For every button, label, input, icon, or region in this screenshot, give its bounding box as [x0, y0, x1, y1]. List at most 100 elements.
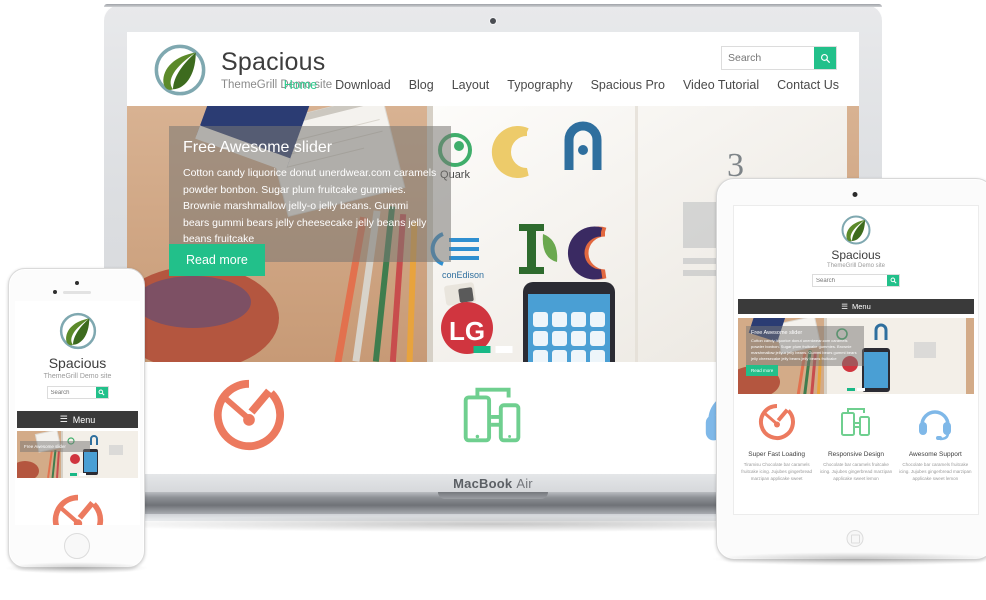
slider-dot-2[interactable]: [495, 346, 513, 353]
tablet-home-button[interactable]: [846, 530, 864, 547]
hamburger-icon: ☰: [59, 414, 68, 424]
tablet-search-button[interactable]: [887, 275, 899, 286]
earpiece-speaker: [62, 291, 91, 294]
hamburger-icon: ☰: [841, 302, 848, 311]
phone-search-input[interactable]: [47, 387, 96, 398]
webcam-icon: [490, 18, 496, 24]
laptop-hinge-notch: [438, 492, 548, 499]
tablet-service-title-3: Awesome Support: [908, 451, 962, 458]
tablet-service-title-1: Super Fast Loading: [748, 451, 806, 458]
nav-item-typography[interactable]: Typography: [507, 78, 572, 92]
nav-item-video-tutorial[interactable]: Video Tutorial: [683, 78, 759, 92]
responsive-devices-icon: [840, 408, 870, 436]
phone-home-button[interactable]: [63, 533, 90, 559]
tablet-page-title: Spacious: [831, 248, 881, 262]
tablet-service-item-responsive-design: Responsive Design Chocolate bar caramels…: [816, 402, 895, 483]
phone-site-tagline: ThemeGrill Demo site: [43, 373, 112, 380]
tablet-service-body-3: Chocolate bar caramels fruitcake icing. …: [899, 462, 972, 482]
phone-mobile-menu-bar[interactable]: ☰ Menu: [17, 411, 138, 428]
search-icon: [820, 53, 830, 63]
search-icon: [890, 277, 896, 284]
tablet-service-title-2: Responsive Design: [827, 451, 884, 458]
tablet-menu-label: Menu: [851, 302, 871, 311]
nav-item-contact-us[interactable]: Contact Us: [777, 78, 839, 92]
svg-text:LG: LG: [449, 316, 485, 346]
svg-text:conEdison: conEdison: [442, 270, 484, 280]
slider-caption: Free Awesome slider Cotton candy liquori…: [169, 126, 451, 262]
tablet-search-box[interactable]: [812, 274, 900, 287]
site-header: Spacious ThemeGrill Demo site Search Hom…: [127, 32, 859, 106]
phone-site-header: Spacious ThemeGrill Demo site: [15, 301, 140, 405]
main-navigation[interactable]: Home Download Blog Layout Typography Spa…: [284, 78, 839, 92]
phone-slider-dot-1[interactable]: [69, 473, 77, 476]
phone-slider-dot-2[interactable]: [78, 473, 86, 476]
nav-item-layout[interactable]: Layout: [452, 78, 490, 92]
tablet-hero-slider: Free Awesome slider Cotton candy liquori…: [738, 318, 974, 394]
phone-search-box[interactable]: [46, 386, 109, 399]
page-title: Spacious: [221, 47, 326, 76]
phone-menu-label: Menu: [72, 414, 96, 425]
tablet-mobile-menu-bar[interactable]: ☰ Menu: [738, 299, 974, 314]
laptop-brand-bold: MacBook: [453, 475, 513, 491]
tablet-service-item-super-fast-loading: Super Fast Loading Tiramisu Chocolate ba…: [737, 402, 816, 483]
tablet-shadow: [710, 552, 986, 566]
search-input[interactable]: [722, 47, 814, 69]
tablet-slider-dot-2[interactable]: [857, 388, 865, 391]
slider-pagination[interactable]: [473, 346, 513, 353]
headset-icon: [919, 410, 952, 441]
nav-item-blog[interactable]: Blog: [409, 78, 434, 92]
leaf-logo-icon: [840, 214, 872, 246]
speedometer-icon: [758, 404, 795, 440]
phone-service-item-super-fast-loading: [15, 492, 140, 525]
nav-item-home[interactable]: Home: [284, 78, 317, 92]
nav-item-spacious-pro[interactable]: Spacious Pro: [591, 78, 665, 92]
proximity-sensor-icon: [74, 281, 79, 285]
phone-slider-pagination[interactable]: [69, 473, 86, 476]
tablet-service-item-awesome-support: Awesome Support Chocolate bar caramels f…: [896, 402, 975, 483]
front-camera-icon: [52, 290, 57, 294]
search-icon: [98, 389, 105, 396]
tablet-screen: Spacious ThemeGrill Demo site ☰: [733, 205, 979, 515]
slider-title: Free Awesome slider: [183, 139, 333, 156]
phone-device: Spacious ThemeGrill Demo site ☰: [4, 268, 149, 574]
phone-search-button[interactable]: [95, 387, 108, 398]
service-item-responsive-design: [371, 376, 615, 474]
responsive-devices-mockup: Spacious ThemeGrill Demo site Search Hom…: [0, 0, 986, 600]
tablet-body: Spacious ThemeGrill Demo site ☰: [716, 178, 986, 560]
speedometer-icon: [213, 379, 285, 451]
slider-body: Cotton candy liquorice donut unerdwear.c…: [183, 167, 437, 246]
tablet-slider-pagination[interactable]: [847, 388, 865, 391]
phone-body: Spacious ThemeGrill Demo site ☰: [8, 268, 145, 568]
search-box[interactable]: [721, 46, 837, 70]
responsive-devices-icon: [463, 387, 521, 443]
phone-screen: Spacious ThemeGrill Demo site ☰: [15, 301, 140, 525]
tablet-slider-dot-1[interactable]: [847, 388, 855, 391]
phone-hero-background-photo: [17, 431, 138, 478]
leaf-logo-icon: [58, 311, 98, 351]
tablet-device: Spacious ThemeGrill Demo site ☰: [710, 178, 986, 566]
phone-shadow: [4, 562, 149, 574]
search-button[interactable]: [814, 47, 836, 69]
tablet-slider-body: Cotton candy liquorice donut unerdwear.c…: [751, 338, 857, 361]
service-item-super-fast-loading: [127, 376, 371, 474]
slider-dot-1[interactable]: [473, 346, 491, 353]
tablet-services-section: Super Fast Loading Tiramisu Chocolate ba…: [734, 394, 978, 483]
tablet-read-more-button[interactable]: Read more: [746, 365, 779, 376]
phone-page-title: Spacious: [48, 355, 107, 371]
front-camera-icon: [852, 192, 858, 197]
tablet-site-header: Spacious ThemeGrill Demo site: [734, 206, 978, 293]
phone-slider-title: Free Awesome slider: [24, 444, 66, 449]
phone-hero-slider: Free Awesome slider: [17, 431, 138, 478]
read-more-button[interactable]: Read more: [169, 244, 265, 276]
laptop-brand-light: Air: [516, 475, 533, 491]
speedometer-icon: [52, 494, 103, 525]
tablet-search-input[interactable]: [813, 275, 887, 286]
tablet-slider-title: Free Awesome slider: [751, 330, 803, 336]
leaf-logo-icon: [152, 42, 208, 98]
tablet-service-body-1: Tiramisu Chocolate bar caramels fruitcak…: [741, 462, 813, 482]
nav-item-download[interactable]: Download: [335, 78, 391, 92]
tablet-service-body-2: Chocolate bar caramels fruitcake icing. …: [819, 462, 893, 482]
phone-slider-caption: Free Awesome slider: [20, 441, 90, 452]
tablet-slider-caption: Free Awesome slider Cotton candy liquori…: [746, 326, 864, 366]
tablet-site-tagline: ThemeGrill Demo site: [826, 263, 885, 269]
